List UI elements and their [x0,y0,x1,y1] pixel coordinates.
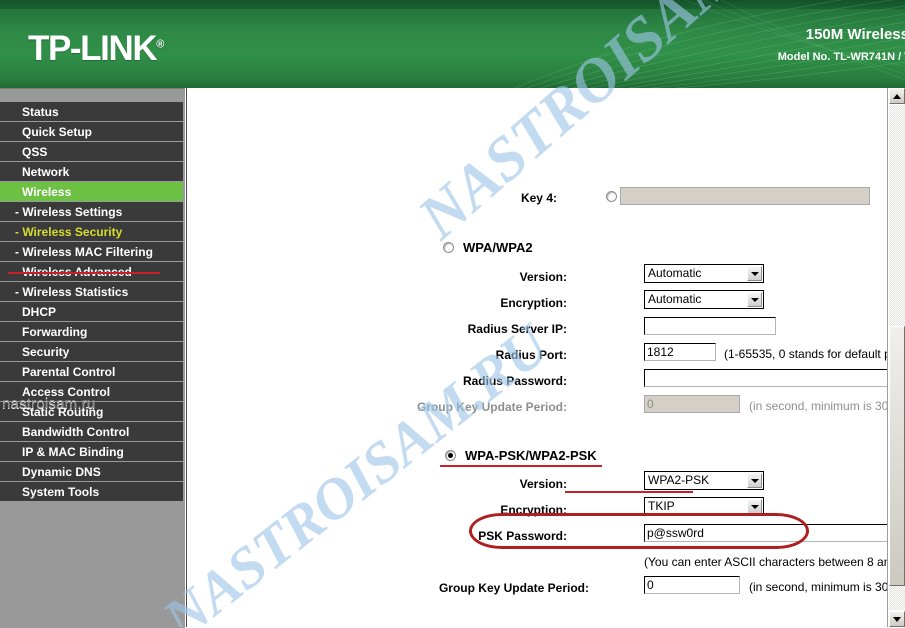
scroll-up-arrow-icon[interactable] [889,88,905,104]
psk-group-key-label: Group Key Update Period: [438,581,589,595]
psk-password-hint: (You can enter ASCII characters between … [644,555,905,569]
psk-version-annotation-underline [565,491,693,493]
wpa-wpa2-radio[interactable] [443,242,454,253]
watermark-sidebar: nastroisam.ru [2,395,96,412]
wpa-psk-radio[interactable] [445,450,456,461]
wpa-encryption-label: Encryption: [500,296,567,310]
wpa-version-value: Automatic [648,266,702,280]
wpa-psk-section-title: WPA-PSK/WPA2-PSK [465,448,597,463]
scrollbar-thumb[interactable] [889,326,905,586]
psk-version-select[interactable]: WPA2-PSK [644,471,764,490]
psk-group-key-hint: (in second, minimum is 30, 0 means no up… [749,580,905,594]
psk-version-value: WPA2-PSK [648,473,710,487]
model-number: Model No. TL-WR741N / T [777,51,905,63]
sidebar-item-wireless-security[interactable]: - Wireless Security [0,222,183,242]
wpa-wpa2-section-title: WPA/WPA2 [463,240,533,255]
registered-mark: ® [156,38,165,51]
page-header: TP-LINK® 150M Wireless Model No. TL-WR74… [0,0,905,88]
sidebar-item-quick-setup[interactable]: Quick Setup [0,122,183,142]
key4-input[interactable] [620,187,870,205]
sidebar-item-qss[interactable]: QSS [0,142,183,162]
chevron-down-icon [747,473,762,488]
psk-password-label: PSK Password: [478,529,567,543]
logo-text: TP-LINK [28,29,158,68]
radius-server-ip-input[interactable] [644,317,776,335]
sidebar-item-wireless-mac-filtering[interactable]: - Wireless MAC Filtering [0,242,183,262]
psk-group-key-input[interactable] [644,576,740,594]
sidebar-menu: Status Quick Setup QSS Network Wireless - Wir… [0,102,183,502]
sidebar-item-security[interactable]: Security [0,342,183,362]
radius-server-ip-label: Radius Server IP: [467,322,567,336]
psk-encryption-value: TKIP [648,499,675,513]
sidebar-navigation: Status Quick Setup QSS Network Wireless - Wir… [0,88,185,628]
wpa-version-label: Version: [519,270,567,284]
sidebar-item-parental-control[interactable]: Parental Control [0,362,183,382]
psk-password-input[interactable] [644,524,905,542]
sidebar-item-wireless-statistics[interactable]: - Wireless Statistics [0,282,183,302]
radius-port-label: Radius Port: [495,348,567,362]
sidebar-item-wireless-settings[interactable]: - Wireless Settings [0,202,183,222]
key4-label: Key 4: [520,191,557,205]
key4-radio[interactable] [606,191,617,202]
scroll-down-arrow-icon[interactable] [889,611,905,627]
wpa-encryption-select[interactable]: Automatic [644,290,764,309]
radius-password-label: Radius Password: [462,374,567,388]
chevron-down-icon [747,266,762,281]
wpa-group-key-hint: (in second, minimum is 30, 0 means no up… [749,399,905,413]
main-content-panel: Key 4: Disabled WPA/WPA2 Version: Automa… [186,88,905,627]
tp-link-logo: TP-LINK® [28,29,164,69]
sidebar-item-forwarding[interactable]: Forwarding [0,322,183,342]
wpa-group-key-label: Group Key Update Period: [416,400,567,414]
psk-encryption-select[interactable]: TKIP [644,497,764,516]
sidebar-item-bandwidth-control[interactable]: Bandwidth Control [0,422,183,442]
wpa-group-key-input[interactable] [644,395,740,413]
wpa-version-select[interactable]: Automatic [644,264,764,283]
radius-password-input[interactable] [644,369,905,387]
product-name: 150M Wireless [805,26,905,43]
sidebar-item-wireless[interactable]: Wireless [0,182,183,202]
sidebar-item-status[interactable]: Status [0,102,183,122]
sidebar-item-dhcp[interactable]: DHCP [0,302,183,322]
wpa-psk-annotation-underline [440,465,602,467]
radius-port-hint: (1-65535, 0 stands for default port 1812… [724,347,905,361]
psk-encryption-label: Encryption: [500,503,567,517]
wireless-security-form: Key 4: Disabled WPA/WPA2 Version: Automa… [187,88,905,627]
vertical-scrollbar[interactable] [887,88,905,627]
psk-version-label: Version: [519,477,567,491]
wpa-encryption-value: Automatic [648,292,702,306]
header-decorative-swoosh [514,0,905,88]
wireless-security-annotation-underline [8,272,160,274]
sidebar-item-network[interactable]: Network [0,162,183,182]
sidebar-item-ip-mac-binding[interactable]: IP & MAC Binding [0,442,183,462]
chevron-down-icon [747,499,762,514]
sidebar-item-system-tools[interactable]: System Tools [0,482,183,502]
chevron-down-icon [747,292,762,307]
radius-port-input[interactable] [644,343,716,361]
sidebar-item-dynamic-dns[interactable]: Dynamic DNS [0,462,183,482]
